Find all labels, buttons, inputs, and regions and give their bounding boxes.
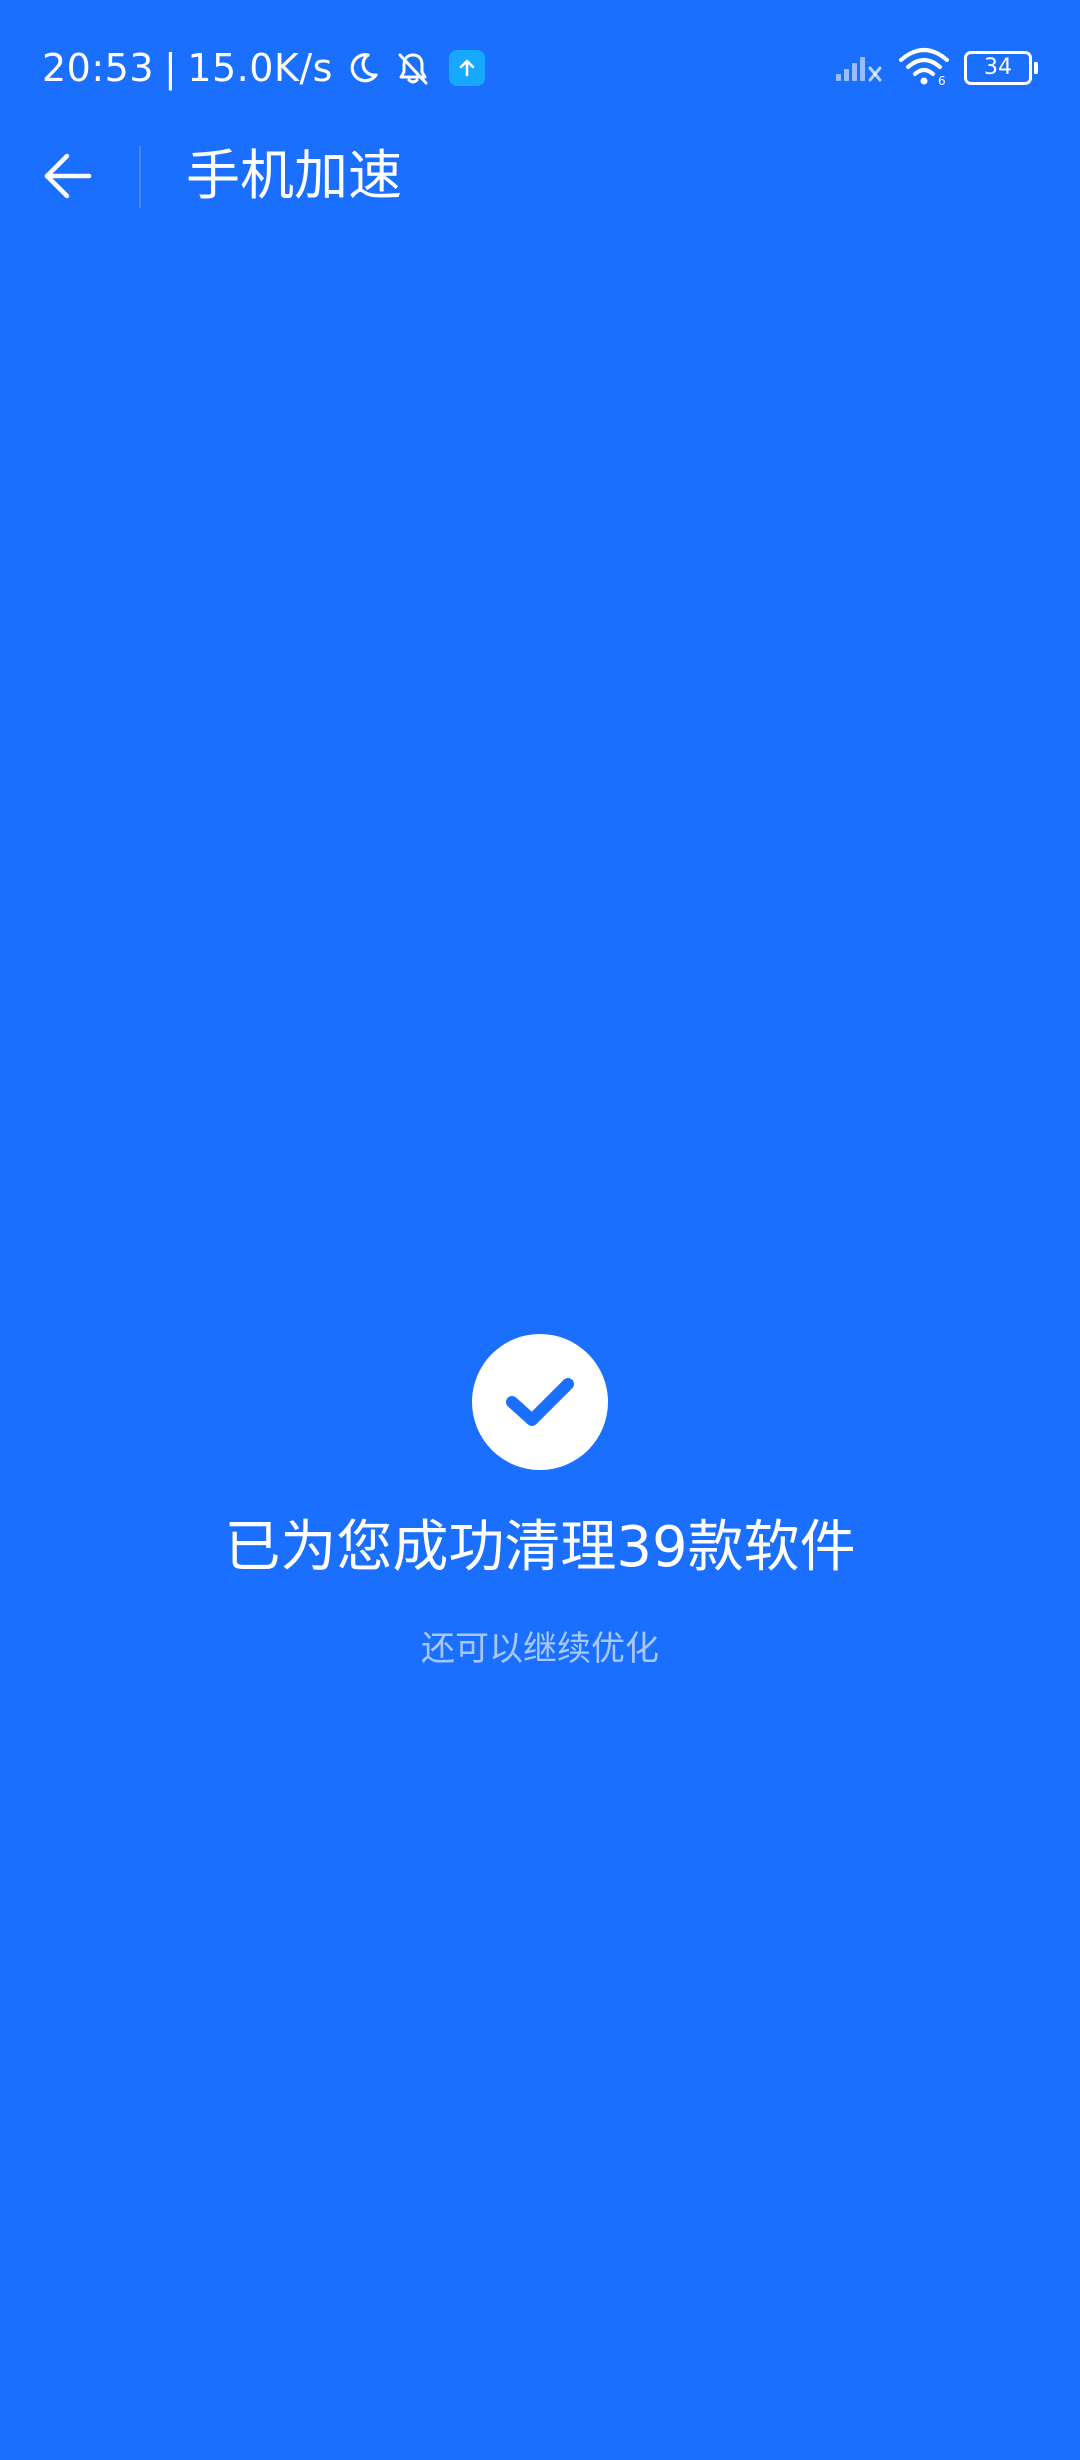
- moon-icon: [343, 48, 383, 88]
- status-right-group: 6 34: [834, 44, 1038, 92]
- upload-arrow-icon: [448, 50, 485, 86]
- wifi-icon: 6: [898, 46, 950, 90]
- result-title: 已为您成功清理39款软件: [224, 1515, 856, 1580]
- network-speed: 15.0K/s: [187, 46, 333, 90]
- status-separator: |: [164, 46, 178, 90]
- back-button[interactable]: [38, 146, 98, 206]
- svg-text:6: 6: [938, 74, 946, 86]
- check-circle-icon: [472, 1334, 608, 1470]
- status-time: 20:53: [42, 46, 155, 90]
- toolbar-divider: [139, 146, 141, 208]
- result-subtitle: 还可以继续优化: [421, 1629, 659, 1669]
- battery-level: 34: [984, 55, 1012, 80]
- arrow-left-icon: [44, 153, 92, 199]
- toolbar: 手机加速: [0, 136, 1080, 218]
- signal-no-service-icon: [834, 48, 884, 88]
- page-title: 手机加速: [186, 144, 402, 207]
- status-left-group: 20:53 | 15.0K/s: [42, 40, 485, 96]
- bell-off-icon: [393, 48, 433, 88]
- status-bar: 20:53 | 15.0K/s 6 34: [0, 0, 1080, 136]
- battery-icon: 34: [964, 51, 1038, 85]
